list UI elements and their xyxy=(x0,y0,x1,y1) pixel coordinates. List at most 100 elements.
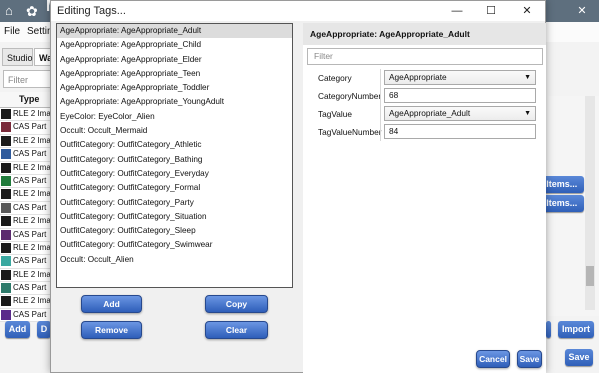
property-divider xyxy=(380,105,381,123)
row-type: RLE 2 Imag xyxy=(13,296,56,306)
thumbnail-swatch xyxy=(1,202,11,213)
row-type: CAS Part xyxy=(13,229,47,239)
tag-list-item[interactable]: OutfitCategory: OutfitCategory_Party xyxy=(57,196,292,210)
thumbnail-swatch xyxy=(1,269,11,280)
add-tag-button[interactable]: Add xyxy=(81,295,142,313)
table-row[interactable]: RLE 2 Imag xyxy=(0,134,55,149)
tag-list-item[interactable]: EyeColor: EyeColor_Alien xyxy=(57,110,292,124)
background-d-button[interactable]: D xyxy=(37,321,51,338)
property-divider xyxy=(380,87,381,105)
table-row[interactable]: CAS Part xyxy=(0,148,52,162)
tag-list-item[interactable]: Occult: Occult_Mermaid xyxy=(57,124,292,138)
background-add-button[interactable]: Add xyxy=(5,321,30,338)
tag-list-item[interactable]: OutfitCategory: OutfitCategory_Swimwear xyxy=(57,238,292,252)
row-type: RLE 2 Imag xyxy=(13,109,56,118)
tag-list-item[interactable]: Occult: Occult_Alien xyxy=(57,253,292,267)
background-scrollbar[interactable] xyxy=(585,96,595,310)
maximize-icon[interactable]: ☐ xyxy=(474,1,508,21)
palette-icon[interactable]: ✿ xyxy=(26,3,42,19)
table-header: Type xyxy=(0,92,52,108)
thumbnail-swatch xyxy=(1,309,11,320)
tag-list-item[interactable]: OutfitCategory: OutfitCategory_Athletic xyxy=(57,138,292,152)
table-row[interactable]: CAS Part xyxy=(0,201,52,216)
property-label: TagValueNumber xyxy=(318,127,382,137)
property-filter-input[interactable]: Filter xyxy=(307,48,543,65)
type-column-header: Type xyxy=(19,94,40,104)
save-button[interactable]: Save xyxy=(517,350,542,368)
row-type: CAS Part xyxy=(13,175,47,185)
row-type: CAS Part xyxy=(13,149,47,159)
background-item-table: Type RLE 2 Imag CAS Part RLE 2 Imag CAS Par… xyxy=(0,92,56,323)
table-row[interactable]: RLE 2 Imag xyxy=(0,295,56,309)
tag-list-item[interactable]: AgeAppropriate: AgeAppropriate_Elder xyxy=(57,53,292,67)
table-row[interactable]: CAS Part xyxy=(0,121,52,135)
table-row[interactable]: CAS Part xyxy=(0,228,52,242)
tag-list-item[interactable]: OutfitCategory: OutfitCategory_Sleep xyxy=(57,224,292,238)
editing-tags-dialog: Editing Tags... — ☐ ✕ AgeAppropriate: Ag… xyxy=(50,0,546,373)
row-type: CAS Part xyxy=(13,122,47,132)
property-value-text: 84 xyxy=(389,126,399,136)
property-row: TagValueNumber 84 xyxy=(303,123,546,141)
tag-list-item[interactable]: OutfitCategory: OutfitCategory_Situation xyxy=(57,210,292,224)
background-import-button[interactable]: Import xyxy=(558,321,594,338)
tag-list[interactable]: AgeAppropriate: AgeAppropriate_Adult AgeA… xyxy=(56,23,293,288)
background-partial-button[interactable] xyxy=(546,321,551,338)
property-dropdown[interactable]: AgeAppropriate_Adult ▼ xyxy=(384,106,536,121)
row-type: RLE 2 Imag xyxy=(13,189,56,199)
close-icon[interactable]: ✕ xyxy=(510,1,544,21)
tag-list-item[interactable]: AgeAppropriate: AgeAppropriate_Adult xyxy=(57,24,292,39)
row-type: CAS Part xyxy=(13,202,47,212)
background-save-button[interactable]: Save xyxy=(565,349,593,366)
dialog-title-bar: Editing Tags... — ☐ ✕ xyxy=(51,1,545,21)
close-icon[interactable]: ✕ xyxy=(569,0,595,22)
property-dropdown[interactable]: AgeAppropriate ▼ xyxy=(384,70,536,85)
table-row[interactable]: RLE 2 Imag xyxy=(0,161,55,175)
tag-list-item[interactable]: AgeAppropriate: AgeAppropriate_YoungAdul… xyxy=(57,95,292,109)
clear-tags-button[interactable]: Clear xyxy=(205,321,268,339)
tag-list-item[interactable]: OutfitCategory: OutfitCategory_Everyday xyxy=(57,167,292,181)
row-type: RLE 2 Imag xyxy=(13,242,56,252)
row-type: CAS Part xyxy=(13,309,47,319)
thumbnail-swatch xyxy=(1,109,11,119)
tag-detail-panel: AgeAppropriate: AgeAppropriate_Adult Fil… xyxy=(303,23,546,373)
chevron-down-icon[interactable]: ▼ xyxy=(524,107,531,120)
table-row[interactable]: CAS Part xyxy=(0,282,52,296)
property-row: CategoryNumber 68 xyxy=(303,87,546,105)
scrollbar-thumb[interactable] xyxy=(586,266,594,286)
thumbnail-swatch xyxy=(1,149,11,160)
menu-settings[interactable]: Settin xyxy=(27,26,53,37)
property-input[interactable]: 84 xyxy=(384,124,536,139)
property-value-text: 68 xyxy=(389,90,399,100)
property-row: TagValue AgeAppropriate_Adult ▼ xyxy=(303,105,546,123)
table-row[interactable]: RLE 2 Imag xyxy=(0,215,55,229)
table-row[interactable]: CAS Part xyxy=(0,174,52,189)
table-row[interactable]: RLE 2 Imag xyxy=(0,241,56,256)
minimize-icon[interactable]: — xyxy=(440,1,474,21)
tab-studio[interactable]: Studio xyxy=(2,48,33,66)
remove-tag-button[interactable]: Remove xyxy=(81,321,142,339)
tag-list-item[interactable]: OutfitCategory: OutfitCategory_Bathing xyxy=(57,153,292,167)
table-row[interactable]: RLE 2 Imag xyxy=(0,188,56,202)
tag-list-item[interactable]: AgeAppropriate: AgeAppropriate_Teen xyxy=(57,67,292,81)
chevron-down-icon[interactable]: ▼ xyxy=(524,71,531,84)
copy-tag-button[interactable]: Copy xyxy=(205,295,268,313)
background-filter-input[interactable]: Filter xyxy=(3,70,51,88)
thumbnail-swatch xyxy=(1,283,11,294)
menu-file[interactable]: File xyxy=(4,26,20,37)
table-row[interactable]: RLE 2 Imag xyxy=(0,108,56,122)
property-divider xyxy=(380,123,381,141)
tag-list-item[interactable]: OutfitCategory: OutfitCategory_Formal xyxy=(57,181,292,195)
home-icon[interactable]: ⌂ xyxy=(5,4,19,18)
row-type: CAS Part xyxy=(13,283,47,293)
tag-list-item[interactable]: AgeAppropriate: AgeAppropriate_Toddler xyxy=(57,81,292,95)
tag-list-item[interactable]: AgeAppropriate: AgeAppropriate_Child xyxy=(57,38,292,52)
table-row[interactable]: CAS Part xyxy=(0,255,52,269)
cancel-button[interactable]: Cancel xyxy=(476,350,510,368)
table-body: RLE 2 Imag CAS Part RLE 2 Imag CAS Part RLE … xyxy=(0,108,56,323)
dialog-title: Editing Tags... xyxy=(57,5,126,17)
property-input[interactable]: 68 xyxy=(384,88,536,103)
table-row[interactable]: RLE 2 Imag xyxy=(0,268,55,283)
thumbnail-swatch xyxy=(1,122,11,133)
detail-title: AgeAppropriate: AgeAppropriate_Adult xyxy=(310,29,470,39)
thumbnail-swatch xyxy=(1,229,11,240)
